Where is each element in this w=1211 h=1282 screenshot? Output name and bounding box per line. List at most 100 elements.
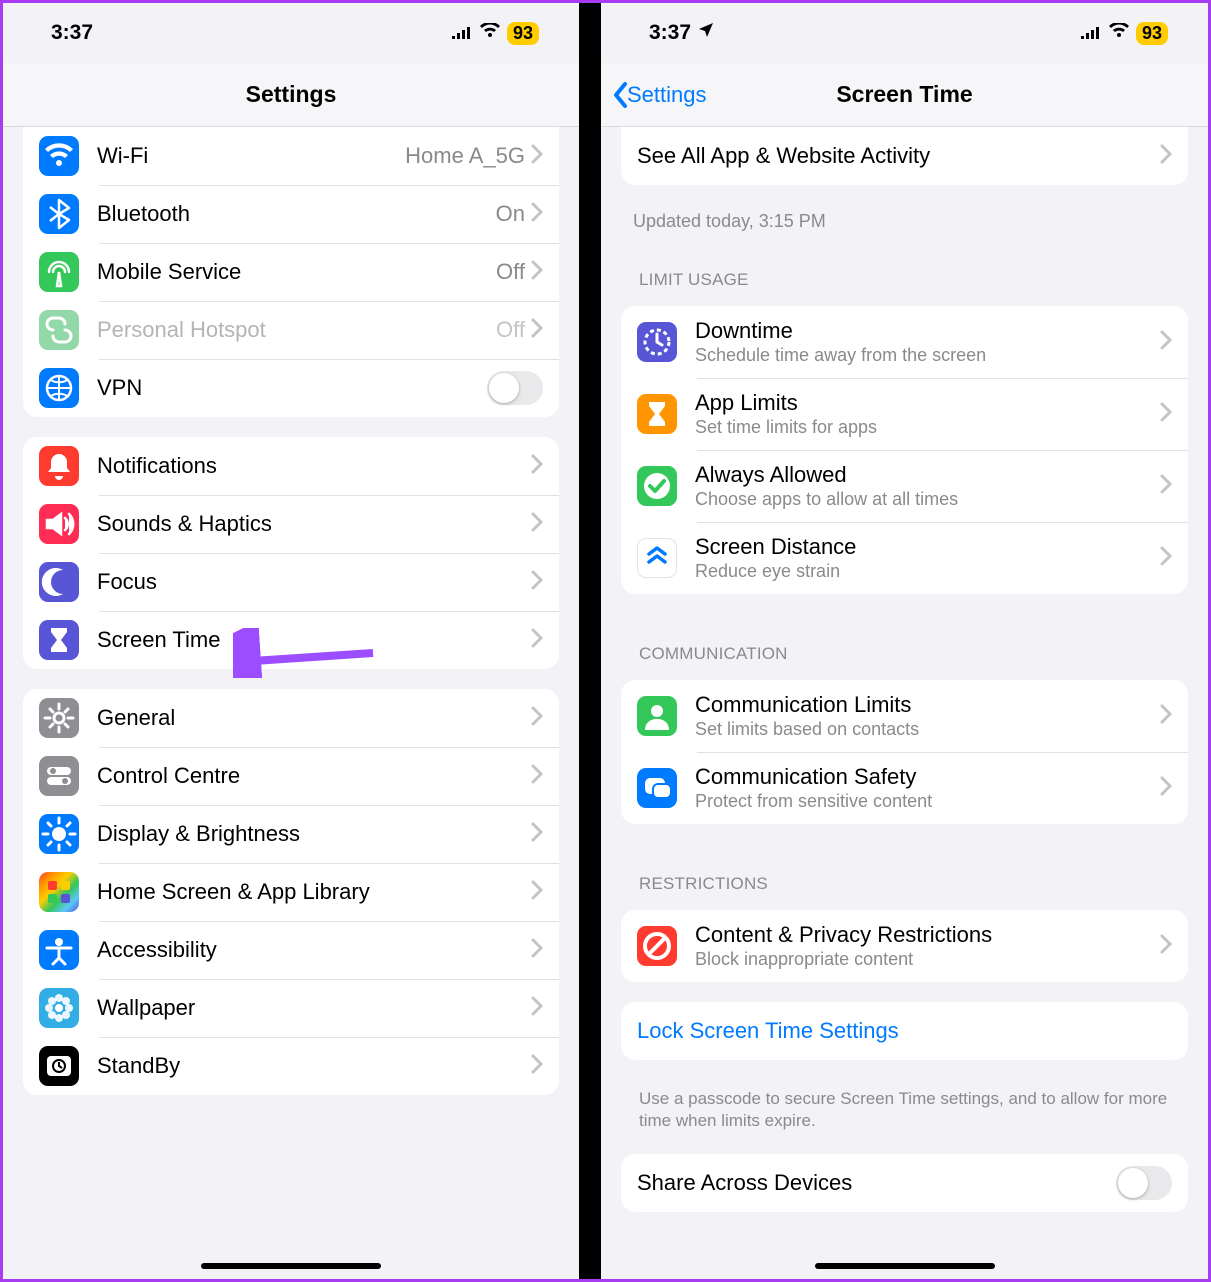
battery-badge: 93	[1136, 22, 1168, 45]
row-sounds-haptics[interactable]: Sounds & Haptics	[23, 495, 559, 553]
row-wi-fi[interactable]: Wi-FiHome A_5G	[23, 127, 559, 185]
row-notifications[interactable]: Notifications	[23, 437, 559, 495]
row-accessibility[interactable]: Accessibility	[23, 921, 559, 979]
row-screen-time[interactable]: Screen Time	[23, 611, 559, 669]
row-subtitle: Schedule time away from the screen	[695, 345, 1160, 366]
row-downtime[interactable]: DowntimeSchedule time away from the scre…	[621, 306, 1188, 378]
chevron-right-icon	[531, 880, 543, 905]
distance-icon	[637, 538, 677, 578]
row-title: Share Across Devices	[637, 1170, 1116, 1196]
row-title: Personal Hotspot	[97, 317, 496, 343]
hourglass-icon	[39, 620, 79, 660]
flower-icon	[39, 988, 79, 1028]
brightness-icon	[39, 814, 79, 854]
nav-header: Settings Screen Time	[601, 63, 1208, 127]
row-title: General	[97, 705, 531, 731]
row-control-centre[interactable]: Control Centre	[23, 747, 559, 805]
row-mobile-service[interactable]: Mobile ServiceOff	[23, 243, 559, 301]
row-subtitle: Set limits based on contacts	[695, 719, 1160, 740]
home-indicator	[815, 1263, 995, 1269]
row-standby[interactable]: StandBy	[23, 1037, 559, 1095]
row-title: Communication Safety	[695, 764, 1160, 790]
row-subtitle: Protect from sensitive content	[695, 791, 1160, 812]
row-screen-distance[interactable]: Screen DistanceReduce eye strain	[621, 522, 1188, 594]
section-header: COMMUNICATION	[601, 614, 1208, 672]
row-title: Communication Limits	[695, 692, 1160, 718]
status-bar: 3:37 93	[3, 3, 579, 63]
row-app-limits[interactable]: App LimitsSet time limits for apps	[621, 378, 1188, 450]
row-title: Notifications	[97, 453, 531, 479]
toggle-globe[interactable]	[487, 371, 543, 405]
battery-badge: 93	[507, 22, 539, 45]
row-title: Bluetooth	[97, 201, 496, 227]
row-title: Content & Privacy Restrictions	[695, 922, 1160, 948]
row-bluetooth[interactable]: BluetoothOn	[23, 185, 559, 243]
wifi-icon	[39, 136, 79, 176]
row-value: Off	[496, 259, 525, 285]
bubble-icon	[637, 768, 677, 808]
settings-content[interactable]: Wi-FiHome A_5GBluetoothOnMobile ServiceO…	[3, 127, 579, 1279]
accessibility-icon	[39, 930, 79, 970]
row-communication-safety[interactable]: Communication SafetyProtect from sensiti…	[621, 752, 1188, 824]
chevron-right-icon	[531, 996, 543, 1021]
row-content-privacy-restrictions[interactable]: Content & Privacy RestrictionsBlock inap…	[621, 910, 1188, 982]
row-display-brightness[interactable]: Display & Brightness	[23, 805, 559, 863]
status-time: 3:37	[649, 21, 691, 45]
cellular-icon	[451, 21, 473, 45]
switches-icon	[39, 756, 79, 796]
row-value: Off	[496, 317, 525, 343]
row-title: StandBy	[97, 1053, 531, 1079]
row-title: Always Allowed	[695, 462, 1160, 488]
clock-icon	[39, 1046, 79, 1086]
chevron-right-icon	[1160, 144, 1172, 169]
toggle-share-devices[interactable]	[1116, 1166, 1172, 1200]
left-phone-settings: 3:37 93 Settings Wi-FiHome A_5GBluetooth…	[3, 3, 601, 1279]
right-phone-screen-time: 3:37 93 Settings Screen Time See All App…	[601, 3, 1208, 1279]
row-lock-settings[interactable]: Lock Screen Time Settings	[621, 1002, 1188, 1060]
chevron-right-icon	[531, 822, 543, 847]
status-bar: 3:37 93	[601, 3, 1208, 63]
chevron-right-icon	[531, 938, 543, 963]
row-title: Sounds & Haptics	[97, 511, 531, 537]
gear-icon	[39, 698, 79, 738]
row-title: App Limits	[695, 390, 1160, 416]
home-indicator	[201, 1263, 381, 1269]
row-subtitle: Reduce eye strain	[695, 561, 1160, 582]
row-always-allowed[interactable]: Always AllowedChoose apps to allow at al…	[621, 450, 1188, 522]
updated-text: Updated today, 3:15 PM	[601, 205, 1208, 240]
chevron-right-icon	[531, 318, 543, 343]
back-button[interactable]: Settings	[611, 81, 707, 109]
chevron-right-icon	[531, 628, 543, 653]
row-personal-hotspot[interactable]: Personal HotspotOff	[23, 301, 559, 359]
row-title: Control Centre	[97, 763, 531, 789]
chevron-right-icon	[531, 570, 543, 595]
row-general[interactable]: General	[23, 689, 559, 747]
nav-header: Settings	[3, 63, 579, 127]
check-icon	[637, 466, 677, 506]
row-title: Downtime	[695, 318, 1160, 344]
row-share-devices[interactable]: Share Across Devices	[621, 1154, 1188, 1212]
row-communication-limits[interactable]: Communication LimitsSet limits based on …	[621, 680, 1188, 752]
row-title: Lock Screen Time Settings	[637, 1018, 1172, 1044]
row-see-all-activity[interactable]: See All App & Website Activity	[621, 127, 1188, 185]
row-focus[interactable]: Focus	[23, 553, 559, 611]
status-time: 3:37	[51, 21, 93, 45]
row-title: Focus	[97, 569, 531, 595]
row-title: VPN	[97, 375, 487, 401]
row-title: Wi-Fi	[97, 143, 405, 169]
bluetooth-icon	[39, 194, 79, 234]
section-header: RESTRICTIONS	[601, 844, 1208, 902]
chevron-right-icon	[531, 454, 543, 479]
row-wallpaper[interactable]: Wallpaper	[23, 979, 559, 1037]
row-vpn[interactable]: VPN	[23, 359, 559, 417]
cellular-icon	[1080, 21, 1102, 45]
row-title: Mobile Service	[97, 259, 496, 285]
chevron-right-icon	[1160, 474, 1172, 499]
row-title: See All App & Website Activity	[637, 143, 1160, 169]
screen-time-content[interactable]: See All App & Website Activity Updated t…	[601, 127, 1208, 1279]
antenna-icon	[39, 252, 79, 292]
globe-icon	[39, 368, 79, 408]
row-home-screen-app-library[interactable]: Home Screen & App Library	[23, 863, 559, 921]
chevron-right-icon	[531, 1054, 543, 1079]
section-header: LIMIT USAGE	[601, 240, 1208, 298]
